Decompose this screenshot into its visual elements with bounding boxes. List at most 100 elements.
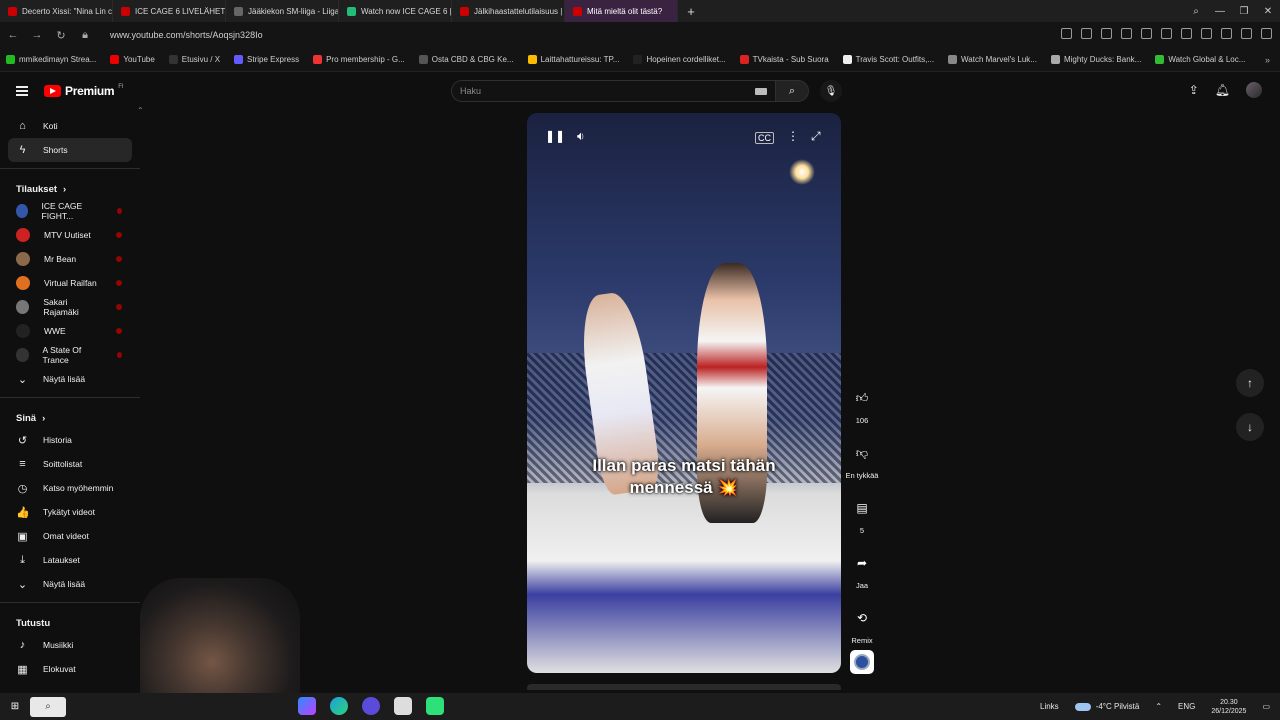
keyboard-icon[interactable] bbox=[755, 88, 767, 95]
shield-icon[interactable] bbox=[1121, 28, 1132, 39]
comment-icon[interactable]: ▤ bbox=[848, 494, 876, 522]
captions-icon[interactable]: CC bbox=[755, 132, 774, 144]
tray-chevron-icon[interactable]: ⌃ bbox=[1155, 702, 1162, 711]
heart-icon[interactable] bbox=[1181, 28, 1192, 39]
subscription-item[interactable]: Mr Bean bbox=[0, 247, 140, 271]
notifications-bell-icon[interactable]: 🔔︎ bbox=[1215, 83, 1230, 97]
restore-icon[interactable]: ❐ bbox=[1232, 0, 1256, 22]
browser-tab[interactable]: Jääkiekon SM-liiga - Liiga bbox=[226, 0, 339, 22]
sidebar-item-movies[interactable]: ▦ Elokuvat bbox=[0, 657, 140, 681]
subscription-item[interactable]: ICE CAGE FIGHT... bbox=[0, 199, 140, 223]
bookmark-item[interactable]: Travis Scott: Outfits,... bbox=[842, 55, 934, 64]
search-input[interactable]: Haku bbox=[451, 80, 775, 102]
subscription-item[interactable]: Virtual Railfan bbox=[0, 271, 140, 295]
like-action[interactable]: 👍︎ 106 bbox=[842, 384, 882, 426]
voice-search-button[interactable]: 🎙︎ bbox=[820, 80, 842, 102]
shorts-video-player[interactable]: ❚❚ 🔉︎ CC ⋮ ⤢ Illan paras matsi tähän men… bbox=[527, 113, 841, 673]
remix-icon[interactable]: ⟲ bbox=[848, 604, 876, 632]
browser-tab[interactable]: Decerto Xissi: "Nina Lin c bbox=[0, 0, 113, 22]
subscription-item[interactable]: MTV Uutiset bbox=[0, 223, 140, 247]
upload-icon[interactable]: ⇪ bbox=[1189, 83, 1199, 97]
bookmark-item[interactable]: TVkaista - Sub Suora bbox=[739, 55, 829, 64]
obs-icon[interactable] bbox=[426, 697, 444, 715]
comments-action[interactable]: ▤ 5 bbox=[842, 494, 882, 535]
show-more-subscriptions[interactable]: ⌄ Näytä lisää bbox=[0, 367, 140, 391]
pause-icon[interactable]: ❚❚ bbox=[545, 129, 565, 143]
youtube-premium-logo[interactable]: Premium FI bbox=[44, 84, 124, 98]
share-icon[interactable]: ➦ bbox=[848, 549, 876, 577]
bookmark-item[interactable]: Laittahattureissu: TP... bbox=[527, 55, 619, 64]
account-avatar[interactable] bbox=[1246, 82, 1262, 98]
bookmark-item[interactable]: Watch Global & Loc... bbox=[1155, 55, 1245, 64]
share-action[interactable]: ➦ Jaa bbox=[842, 549, 882, 590]
show-more-you[interactable]: ⌄ Näytä lisää bbox=[0, 572, 140, 596]
weather-widget[interactable]: -4°C Pilvistä bbox=[1074, 702, 1139, 711]
sidebar-item-music[interactable]: ♪ Musiikki bbox=[0, 633, 140, 657]
fullscreen-icon[interactable]: ⤢ bbox=[811, 129, 821, 144]
more-options-icon[interactable]: ⋮ bbox=[787, 129, 799, 143]
browser-tab[interactable]: Watch now ICE CAGE 6 | bbox=[339, 0, 452, 22]
clock[interactable]: 20.30 26/12/2025 bbox=[1211, 698, 1246, 716]
sidebar-item-downloads[interactable]: ⤓ Lataukset bbox=[0, 548, 140, 572]
bookmark-item[interactable]: Stripe Express bbox=[234, 55, 299, 64]
sidebar-item-home[interactable]: ⌂ Koti bbox=[0, 114, 140, 138]
bookmark-item[interactable]: Pro membership - G... bbox=[313, 55, 405, 64]
search-button[interactable]: ⌕ bbox=[775, 80, 809, 102]
bookmark-item[interactable]: Watch Marvel's Luk... bbox=[948, 55, 1037, 64]
bookmark-item[interactable]: Mighty Ducks: Bank... bbox=[1050, 55, 1141, 64]
hamburger-menu-icon[interactable] bbox=[16, 86, 28, 96]
you-header[interactable]: Sinä › bbox=[0, 404, 140, 428]
back-icon[interactable]: ← bbox=[6, 29, 20, 41]
bookmark-item[interactable]: Osta CBD & CBG Ke... bbox=[418, 55, 514, 64]
sidebar-item-history[interactable]: ↺ Historia bbox=[0, 428, 140, 452]
thumbs-up-icon[interactable]: 👍︎ bbox=[848, 384, 876, 412]
zoom-icon[interactable] bbox=[1061, 28, 1072, 39]
browser-search-icon[interactable]: ⌕ bbox=[1184, 0, 1208, 22]
next-short-preview[interactable] bbox=[527, 684, 841, 690]
close-icon[interactable]: ✕ bbox=[1256, 0, 1280, 22]
menu-icon[interactable] bbox=[1241, 28, 1252, 39]
download-icon[interactable] bbox=[1221, 28, 1232, 39]
settings-icon[interactable] bbox=[1201, 28, 1212, 39]
extension-icon[interactable] bbox=[1141, 28, 1152, 39]
dislike-action[interactable]: 👎︎ En tykkää bbox=[842, 439, 882, 481]
notifications-icon[interactable]: ▭ bbox=[1262, 702, 1270, 711]
edit-icon[interactable] bbox=[1081, 28, 1092, 39]
play-icon[interactable] bbox=[1161, 28, 1172, 39]
channel-thumbnail[interactable] bbox=[850, 650, 874, 674]
sidebar-item-playlists[interactable]: ≡ Soittolistat bbox=[0, 452, 140, 476]
lock-icon[interactable]: 🔒︎ bbox=[78, 29, 92, 42]
language-indicator[interactable]: ENG bbox=[1178, 702, 1195, 711]
discord-icon[interactable] bbox=[362, 697, 380, 715]
browser-tab[interactable]: ICE CAGE 6 LIVELÄHETYS bbox=[113, 0, 226, 22]
browser-tab[interactable]: Mitä mieltä olit tästä? bbox=[565, 0, 678, 22]
subscription-item[interactable]: WWE bbox=[0, 319, 140, 343]
subscription-item[interactable]: A State Of Trance bbox=[0, 343, 140, 367]
volume-icon[interactable]: 🔉︎ bbox=[577, 129, 585, 144]
links-label[interactable]: Links bbox=[1040, 702, 1059, 711]
app-icon[interactable] bbox=[394, 697, 412, 715]
new-tab-icon[interactable]: + bbox=[682, 2, 700, 20]
copilot-icon[interactable] bbox=[298, 697, 316, 715]
taskbar-search-icon[interactable]: ⌕ bbox=[30, 696, 66, 717]
bookmark-item[interactable]: Hopeinen cordelliket... bbox=[633, 55, 726, 64]
sidebar-item-watch-later[interactable]: ◷ Katso myöhemmin bbox=[0, 476, 140, 500]
minimize-icon[interactable]: — bbox=[1208, 0, 1232, 22]
bookmark-item[interactable]: Etusivu / X bbox=[168, 55, 220, 64]
sidebar-item-liked[interactable]: 👍 Tykätyt videot bbox=[0, 500, 140, 524]
subscription-item[interactable]: Sakari Rajamäki bbox=[0, 295, 140, 319]
subscriptions-header[interactable]: Tilaukset › bbox=[0, 175, 140, 199]
sidebar-item-shorts[interactable]: ϟ Shorts bbox=[8, 138, 132, 162]
forward-icon[interactable]: → bbox=[30, 29, 44, 41]
bookmarks-overflow-icon[interactable]: » bbox=[1265, 55, 1270, 65]
previous-short-button[interactable]: ↑ bbox=[1236, 369, 1264, 397]
reload-icon[interactable]: ↻ bbox=[54, 29, 68, 42]
remix-action[interactable]: ⟲ Remix bbox=[842, 604, 882, 645]
sidebar-item-your-videos[interactable]: ▣ Omat videot bbox=[0, 524, 140, 548]
screenshot-icon[interactable] bbox=[1101, 28, 1112, 39]
profile-icon[interactable] bbox=[1261, 28, 1272, 39]
url-field[interactable]: www.youtube.com/shorts/Aoqsjn328Io bbox=[110, 30, 263, 40]
start-icon[interactable]: ⊞ bbox=[0, 693, 30, 720]
next-short-button[interactable]: ↓ bbox=[1236, 413, 1264, 441]
bookmark-item[interactable]: YouTube bbox=[110, 55, 155, 64]
